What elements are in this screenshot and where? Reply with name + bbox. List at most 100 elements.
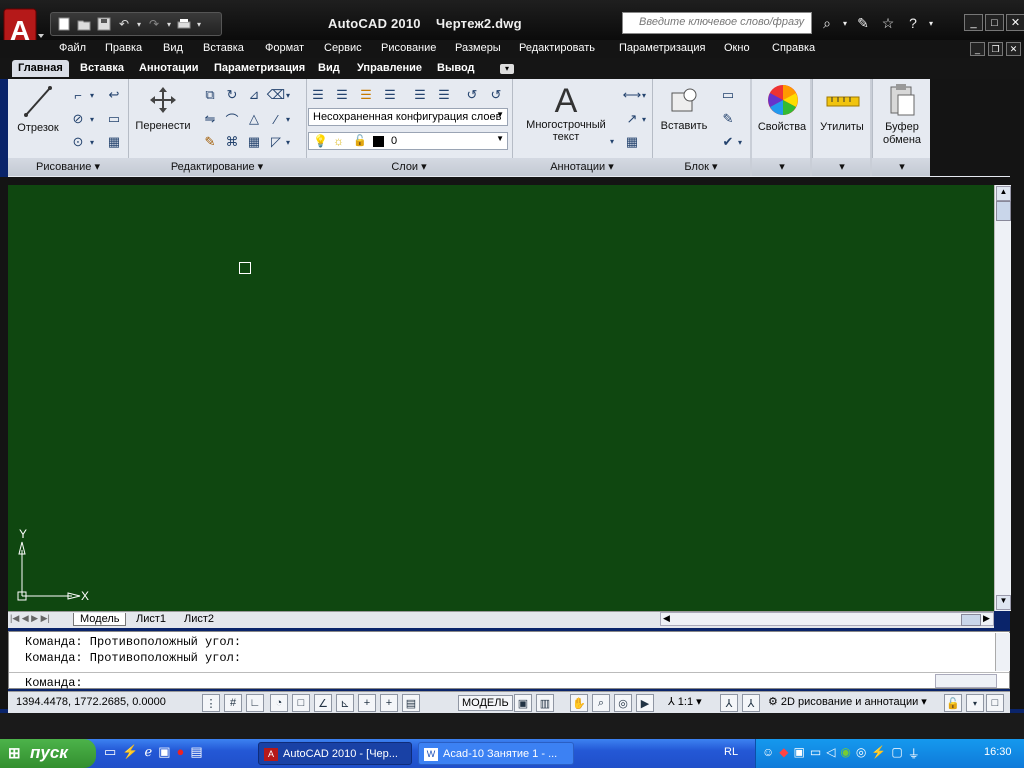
menu-view[interactable]: Вид: [163, 42, 183, 54]
menu-insert[interactable]: Вставка: [203, 42, 244, 54]
current-layer-select[interactable]: 💡 ☼ 🔓 0 ▼: [308, 132, 508, 150]
tab-annotate[interactable]: Аннотации: [139, 62, 198, 74]
chevron-down-icon[interactable]: ▾: [284, 109, 292, 129]
maximize-icon[interactable]: □: [985, 14, 1004, 31]
minimize-icon[interactable]: _: [970, 42, 985, 56]
showmotion-icon[interactable]: ▶: [636, 694, 654, 712]
workspace-switch[interactable]: ⚙ 2D рисование и аннотации ▾: [768, 695, 927, 708]
quick-view-layouts-icon[interactable]: ▣: [514, 694, 532, 712]
clean-screen-icon[interactable]: □: [986, 694, 1004, 712]
minimize-icon[interactable]: _: [964, 14, 983, 31]
chevron-down-icon[interactable]: ▾: [736, 132, 744, 152]
chevron-down-icon[interactable]: ▾: [841, 12, 849, 34]
layer-states-icon[interactable]: ☰: [332, 85, 352, 105]
save-icon[interactable]: [95, 15, 113, 33]
lineweight-icon[interactable]: +: [380, 694, 398, 712]
grid-icon[interactable]: #: [224, 694, 242, 712]
tab-nav-icons[interactable]: |◀ ◀ ▶ ▶|: [10, 613, 50, 624]
menu-tools[interactable]: Сервис: [324, 42, 362, 54]
snap-icon[interactable]: ⋮: [202, 694, 220, 712]
help-icon[interactable]: ?: [902, 12, 924, 34]
chamfer-icon[interactable]: ◸: [266, 132, 286, 152]
vertical-scrollbar[interactable]: ▲ ▼: [994, 185, 1011, 611]
ducs-icon[interactable]: ⊾: [336, 694, 354, 712]
ribbon-minimize-icon[interactable]: ▾: [500, 64, 514, 74]
tab-layout1[interactable]: Лист1: [136, 613, 166, 625]
panel-layers-footer[interactable]: Слои ▾: [306, 158, 512, 176]
menu-edit[interactable]: Правка: [105, 42, 142, 54]
panel-annotation-footer[interactable]: Аннотации ▾: [512, 158, 652, 176]
copy-icon[interactable]: ⧉: [200, 85, 220, 105]
tray-nvidia-icon[interactable]: ◉: [840, 745, 850, 762]
chevron-down-icon[interactable]: ▾: [88, 109, 96, 129]
menu-file[interactable]: Файл: [59, 42, 86, 54]
browser-icon[interactable]: ℯ: [144, 744, 152, 760]
command-prompt[interactable]: Команда:: [25, 676, 83, 690]
ortho-icon[interactable]: ∟: [246, 694, 264, 712]
drawing-canvas[interactable]: Y X: [8, 185, 994, 611]
panel-block-footer[interactable]: Блок ▾: [652, 158, 750, 176]
status-menu-icon[interactable]: ▾: [966, 694, 984, 712]
chevron-down-icon[interactable]: ▾: [640, 85, 648, 105]
move-button[interactable]: Перенести: [132, 85, 194, 132]
tab-model[interactable]: Модель: [73, 613, 127, 626]
model-space-toggle[interactable]: МОДЕЛЬ: [458, 695, 513, 711]
opera-icon[interactable]: ●: [176, 744, 184, 760]
panel-properties[interactable]: Свойства ▾: [750, 79, 813, 176]
layer-change-icon[interactable]: ↺: [486, 85, 506, 105]
tray-chrome-icon[interactable]: ◎: [856, 745, 866, 762]
panel-clipboard[interactable]: Буфер обмена ▾: [870, 79, 933, 176]
tab-layout2[interactable]: Лист2: [184, 613, 214, 625]
array-icon[interactable]: ⌘: [222, 132, 242, 152]
communication-center-icon[interactable]: ✎: [852, 12, 874, 34]
coordinates-display[interactable]: 1394.4478, 1772.2685, 0.0000: [16, 696, 166, 708]
rectangle-icon[interactable]: ▭: [104, 109, 124, 129]
erase-icon[interactable]: ⌫: [266, 85, 286, 105]
explode-icon[interactable]: ⁄: [266, 109, 286, 129]
quick-properties-icon[interactable]: ▤: [402, 694, 420, 712]
start-button[interactable]: ⊞ пуск: [0, 739, 96, 768]
undo-icon[interactable]: ↶: [115, 15, 133, 33]
ellipse-icon[interactable]: ⊙: [68, 132, 88, 152]
command-input-scrollbar[interactable]: [935, 674, 997, 688]
polar-icon[interactable]: ◔: [270, 694, 288, 712]
annotation-visibility-icon[interactable]: ⅄: [720, 694, 738, 712]
plot-icon[interactable]: [175, 15, 193, 33]
attribute-icon[interactable]: ✔: [718, 132, 738, 152]
toolbar-lock-icon[interactable]: 🔓: [944, 694, 962, 712]
tab-parametric[interactable]: Параметризация: [214, 62, 305, 74]
horizontal-scrollbar[interactable]: ◀ ▶: [660, 612, 994, 626]
tab-home[interactable]: Главная: [12, 60, 69, 77]
hatch-icon[interactable]: ▦: [104, 132, 124, 152]
chevron-down-icon[interactable]: ▾: [284, 132, 292, 152]
zoom-icon[interactable]: ⌕: [592, 694, 610, 712]
mtext-button[interactable]: A Многострочный текст: [520, 83, 612, 143]
layer-freeze-icon[interactable]: ☰: [356, 85, 376, 105]
layer-walk-icon[interactable]: ☰: [410, 85, 430, 105]
new-icon[interactable]: [55, 15, 73, 33]
tab-insert[interactable]: Вставка: [80, 62, 124, 74]
chevron-down-icon[interactable]: ▾: [284, 85, 292, 105]
chevron-down-icon[interactable]: ▾: [135, 15, 143, 33]
rotate-icon[interactable]: ↻: [222, 85, 242, 105]
offset-icon[interactable]: ▦: [244, 132, 264, 152]
menu-format[interactable]: Формат: [265, 42, 304, 54]
create-block-icon[interactable]: ▭: [718, 85, 738, 105]
menu-window[interactable]: Окно: [724, 42, 750, 54]
auto-scale-icon[interactable]: ⅄: [742, 694, 760, 712]
layer-match-icon[interactable]: ☰: [434, 85, 454, 105]
trim-icon[interactable]: ⊿: [244, 85, 264, 105]
table-icon[interactable]: ▦: [622, 132, 642, 152]
tray-network-icon[interactable]: ▣: [794, 745, 805, 762]
scroll-down-icon[interactable]: ▼: [996, 595, 1011, 610]
steering-wheel-icon[interactable]: ◎: [614, 694, 632, 712]
close-icon[interactable]: ✕: [1006, 42, 1021, 56]
panel-utilities-footer[interactable]: ▾: [812, 158, 872, 176]
show-desktop-icon[interactable]: ▭: [104, 744, 116, 760]
info-center-search-input[interactable]: Введите ключевое слово/фразу: [622, 12, 812, 34]
layer-state-select[interactable]: Несохраненная конфигурация слоев ▼: [308, 108, 508, 126]
media-icon[interactable]: ⚡: [122, 744, 138, 760]
layer-properties-icon[interactable]: ☰: [308, 85, 328, 105]
scroll-right-icon[interactable]: ▶: [983, 613, 990, 624]
tab-view[interactable]: Вид: [318, 62, 340, 74]
